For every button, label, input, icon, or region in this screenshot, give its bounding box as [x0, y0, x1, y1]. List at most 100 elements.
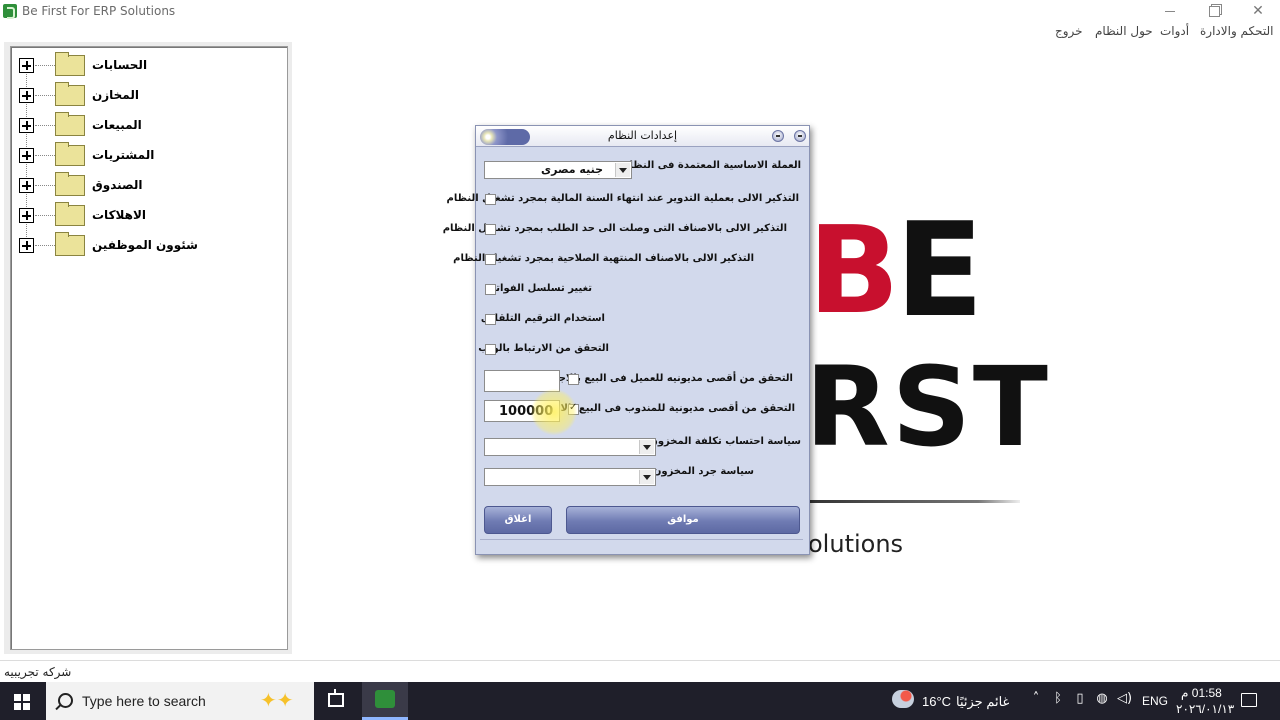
start-button[interactable] — [0, 682, 44, 720]
customer-debt-checkbox[interactable] — [568, 374, 579, 385]
network-icon[interactable]: ◍ — [1095, 692, 1109, 706]
brand-logo-e: E — [895, 194, 984, 346]
maximize-button[interactable] — [1192, 0, 1236, 22]
weather-icon[interactable] — [892, 690, 914, 708]
tree-item-label: المشتريات — [92, 148, 155, 162]
tree-item-purchases[interactable]: المشتريات — [19, 142, 279, 169]
brand-logo-underline — [810, 500, 1020, 503]
taskbar-app-erp[interactable] — [362, 682, 408, 720]
option-label: التحقق من الارتباط بالويب — [478, 343, 609, 354]
windows-icon — [14, 694, 30, 710]
tree-item-accounts[interactable]: الحسابات — [19, 52, 279, 79]
tree-item-depreciation[interactable]: الاهلاكات — [19, 202, 279, 229]
dialog-titlebar[interactable]: إعدادات النظام — [476, 126, 809, 147]
tree-item-label: الاهلاكات — [92, 208, 147, 222]
option-checkbox-reorder-level[interactable] — [485, 224, 496, 235]
task-view-icon[interactable] — [328, 689, 344, 707]
temperature: 16°C — [922, 694, 952, 709]
brand-logo-rst: RST — [805, 343, 1050, 471]
clock-date[interactable]: ٢٠٢٦/٠١/١٣ — [1176, 702, 1234, 716]
expand-icon[interactable] — [19, 88, 34, 103]
option-label: تغيير تسلسل الفواتير — [486, 283, 592, 294]
dialog-minimize-icon[interactable] — [772, 130, 784, 142]
inventory-policy-label: سياسة جرد المخزون : — [645, 466, 754, 477]
currency-label: العملة الاساسية المعتمدة فى النظام : — [614, 160, 801, 171]
tree-item-hr[interactable]: شئوون الموظفين — [19, 232, 279, 259]
minimize-button[interactable] — [1148, 0, 1192, 22]
chevron-down-icon[interactable] — [615, 163, 630, 177]
expand-icon[interactable] — [19, 118, 34, 133]
tree-item-cashbox[interactable]: الصندوق — [19, 172, 279, 199]
chevron-down-icon[interactable] — [639, 470, 654, 484]
window-title: Be First For ERP Solutions — [22, 4, 176, 18]
close-button[interactable]: اغلاق — [484, 506, 552, 534]
expand-icon[interactable] — [19, 148, 34, 163]
menu-bar: التحكم والادارة أدوات حول النظام خروج — [0, 22, 1280, 42]
expand-icon[interactable] — [19, 178, 34, 193]
dialog-footer — [480, 539, 803, 546]
tree-item-warehouses[interactable]: المخازن — [19, 82, 279, 109]
currency-select[interactable]: جنيه مصرى — [484, 161, 632, 179]
menu-control-admin[interactable]: التحكم والادارة — [1200, 24, 1274, 38]
language-indicator[interactable]: ENG — [1142, 694, 1168, 708]
taskbar-search[interactable]: Type here to search ✦✦ — [46, 682, 314, 720]
expand-icon[interactable] — [19, 58, 34, 73]
option-checkbox-invoice-sequence[interactable] — [485, 284, 496, 295]
system-settings-dialog: إعدادات النظام العملة الاساسية المعتمدة … — [443, 125, 810, 555]
menu-about[interactable]: حول النظام — [1095, 24, 1153, 38]
notification-icon[interactable] — [1241, 693, 1257, 707]
company-name: شركه تجريبيه — [4, 665, 72, 679]
expand-icon[interactable] — [19, 238, 34, 253]
chevron-up-icon[interactable]: ˄ — [1029, 692, 1043, 706]
dialog-close-icon[interactable] — [794, 130, 806, 142]
navigation-panel: الحسابات المخازن المبيعات المشتريات الصن… — [4, 42, 292, 654]
brand-logo-b: B — [808, 202, 900, 341]
cost-policy-select[interactable] — [484, 438, 656, 456]
option-checkbox-expired-items[interactable] — [485, 254, 496, 265]
tree-item-sales[interactable]: المبيعات — [19, 112, 279, 139]
folder-icon — [55, 82, 85, 106]
customer-debt-label: التحقق من أقصى مديونيه للعميل فى البيع ب… — [549, 373, 793, 384]
tree-item-label: الحسابات — [92, 58, 148, 72]
window-titlebar: Be First For ERP Solutions ✕ — [0, 0, 1280, 22]
tree-item-label: المخازن — [92, 88, 139, 102]
ok-button[interactable]: موافق — [566, 506, 800, 534]
option-checkbox-web-check[interactable] — [485, 344, 496, 355]
weather-text: غائم جزئيًا — [956, 694, 1010, 709]
currency-value: جنيه مصرى — [541, 163, 603, 176]
clock-time[interactable]: 01:58 م — [1181, 686, 1222, 700]
inventory-policy-select[interactable] — [484, 468, 656, 486]
close-window-button[interactable]: ✕ — [1236, 0, 1280, 22]
option-label: التذكير الالى بالاصناف المنتهية الصلاحية… — [453, 253, 754, 264]
taskbar: Type here to search ✦✦ 16°C غائم جزئيًا … — [0, 682, 1280, 720]
dialog-title: إعدادات النظام — [607, 129, 678, 142]
menu-exit[interactable]: خروج — [1055, 24, 1083, 38]
folder-icon — [55, 202, 85, 226]
expand-icon[interactable] — [19, 208, 34, 223]
folder-icon — [55, 112, 85, 136]
tree-item-label: المبيعات — [92, 118, 142, 132]
option-checkbox-auto-numbering[interactable] — [485, 314, 496, 325]
rep-debt-label: التحقق من أقصى مديونية للمندوب فى البيع … — [544, 403, 795, 414]
search-icon — [58, 693, 73, 708]
cursor-highlight — [531, 389, 577, 435]
cost-policy-label: سياسة احتساب تكلفة المخزون : — [641, 436, 801, 447]
tree-item-label: الصندوق — [92, 178, 143, 192]
option-label: التذكير الالى بعملية التدوير عند انتهاء … — [446, 193, 799, 204]
erp-app-icon — [375, 690, 395, 708]
search-placeholder: Type here to search — [82, 693, 206, 709]
brand-logo-tagline: olutions — [808, 530, 904, 558]
volume-icon[interactable]: ◁) — [1117, 692, 1132, 706]
bluetooth-icon[interactable]: ᛒ — [1051, 692, 1065, 706]
chevron-down-icon[interactable] — [639, 440, 654, 454]
option-checkbox-fiscal-rollover[interactable] — [485, 194, 496, 205]
folder-icon — [55, 52, 85, 76]
folder-icon — [55, 142, 85, 166]
battery-icon[interactable]: ▯ — [1073, 692, 1087, 706]
tree-item-label: شئوون الموظفين — [92, 238, 198, 252]
sparkle-icon: ✦✦ — [260, 688, 294, 712]
menu-tools[interactable]: أدوات — [1160, 24, 1189, 38]
option-label: استخدام الترقيم التلقائى — [480, 313, 605, 324]
folder-icon — [55, 232, 85, 256]
module-tree: الحسابات المخازن المبيعات المشتريات الصن… — [10, 46, 288, 650]
